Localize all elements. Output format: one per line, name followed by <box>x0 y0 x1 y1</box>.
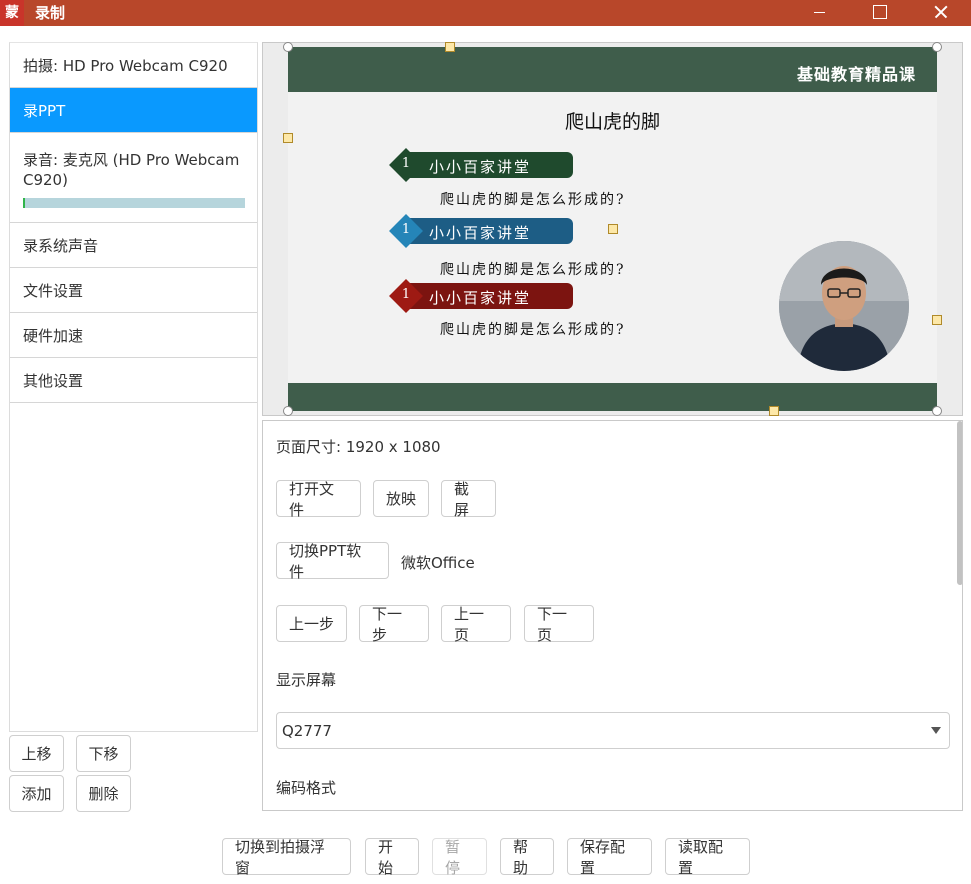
display-screen-value: Q2777 <box>282 722 332 740</box>
slide-title: 爬山虎的脚 <box>565 111 661 133</box>
ppt-settings-panel: 页面尺寸: 1920 x 1080 打开文件 放映 截屏 切换PPT软件 微软O… <box>262 420 963 811</box>
tag-label: 小小百家讲堂 <box>429 158 532 176</box>
list-item-file-settings[interactable]: 文件设置 <box>10 268 257 313</box>
slide-item-tag: 1 小小百家讲堂 <box>389 148 573 182</box>
slide-footer-band <box>288 383 937 411</box>
list-item-system-audio[interactable]: 录系统声音 <box>10 223 257 268</box>
next-step-button[interactable]: 下一步 <box>359 605 429 644</box>
list-item-camera[interactable]: 拍摄: HD Pro Webcam C920 <box>10 43 257 88</box>
prev-page-button[interactable]: 上一页 <box>441 605 511 644</box>
list-item-microphone[interactable]: 录音: 麦克风 (HD Pro Webcam C920) <box>10 133 257 223</box>
slide-brand: 基础教育精品课 <box>796 65 916 84</box>
switch-ppt-software-button[interactable]: 切换PPT软件 <box>276 542 389 581</box>
audio-level-meter <box>23 198 245 208</box>
resize-handle[interactable] <box>932 315 942 325</box>
minimize-button[interactable] <box>790 0 850 26</box>
resize-handle[interactable] <box>769 406 779 416</box>
list-item-label: 文件设置 <box>23 281 84 300</box>
slide-item-text: 爬山虎的脚是怎么形成的? <box>440 192 626 208</box>
list-item-label: 硬件加速 <box>23 326 84 345</box>
list-item-label: 其他设置 <box>23 371 84 390</box>
chevron-down-icon <box>931 727 941 734</box>
page-size-text: 页面尺寸: 1920 x 1080 <box>276 438 441 456</box>
next-page-button[interactable]: 下一页 <box>524 605 594 644</box>
save-config-button[interactable]: 保存配置 <box>567 838 652 877</box>
play-button[interactable]: 放映 <box>373 480 429 517</box>
resize-handle[interactable] <box>283 42 293 52</box>
display-screen-select[interactable]: Q2777 <box>276 712 950 749</box>
tag-label: 小小百家讲堂 <box>429 289 532 307</box>
pause-button[interactable]: 暂停 <box>432 838 487 877</box>
switch-float-window-button[interactable]: 切换到拍摄浮窗 <box>222 838 351 877</box>
start-button[interactable]: 开始 <box>365 838 419 877</box>
encode-format-label: 编码格式 <box>276 779 337 797</box>
load-config-button[interactable]: 读取配置 <box>665 838 750 877</box>
list-item-other-settings[interactable]: 其他设置 <box>10 358 257 403</box>
tag-label: 小小百家讲堂 <box>429 224 532 242</box>
delete-button[interactable]: 删除 <box>76 775 131 812</box>
move-down-button[interactable]: 下移 <box>76 735 131 772</box>
resize-handle[interactable] <box>608 224 618 234</box>
window-title: 录制 <box>35 4 66 22</box>
scrollbar[interactable] <box>957 421 962 585</box>
display-screen-label: 显示屏幕 <box>276 671 337 689</box>
audio-level-fill <box>23 198 25 208</box>
list-item-label: 录PPT <box>23 101 66 120</box>
app-icon: 蒙 <box>0 0 24 26</box>
move-up-button[interactable]: 上移 <box>9 735 64 772</box>
ppt-software-value: 微软Office <box>401 554 475 572</box>
resize-handle[interactable] <box>283 406 293 416</box>
slide-header-band: 基础教育精品课 <box>288 47 937 92</box>
add-button[interactable]: 添加 <box>9 775 64 812</box>
open-file-button[interactable]: 打开文件 <box>276 480 361 519</box>
slide-item-tag: 1 小小百家讲堂 <box>389 279 573 313</box>
list-item-hardware-accel[interactable]: 硬件加速 <box>10 313 257 358</box>
help-button[interactable]: 帮助 <box>500 838 554 877</box>
list-item-label: 录系统声音 <box>23 236 99 255</box>
prev-step-button[interactable]: 上一步 <box>276 605 347 642</box>
presenter-webcam-overlay[interactable] <box>779 241 909 371</box>
resize-handle[interactable] <box>932 406 942 416</box>
presenter-icon <box>779 241 909 371</box>
slide-item-text: 爬山虎的脚是怎么形成的? <box>440 262 626 278</box>
tag-number: 1 <box>401 156 411 171</box>
resize-handle[interactable] <box>283 133 293 143</box>
source-list: 拍摄: HD Pro Webcam C920 录PPT 录音: 麦克风 (HD … <box>9 42 258 732</box>
title-bar: 蒙 录制 <box>0 0 971 26</box>
tag-number: 1 <box>401 287 411 302</box>
resize-handle[interactable] <box>445 42 455 52</box>
list-item-record-ppt[interactable]: 录PPT <box>10 88 257 133</box>
screenshot-button[interactable]: 截屏 <box>441 480 496 519</box>
resize-handle[interactable] <box>932 42 942 52</box>
slide-item-text: 爬山虎的脚是怎么形成的? <box>440 322 626 338</box>
slide-item-tag: 1 小小百家讲堂 <box>389 214 573 248</box>
maximize-button[interactable] <box>850 0 910 26</box>
list-item-label: 录音: 麦克风 (HD Pro Webcam C920) <box>23 151 240 189</box>
tag-number: 1 <box>401 222 411 237</box>
close-button[interactable] <box>910 0 970 26</box>
list-item-label: 拍摄: HD Pro Webcam C920 <box>23 56 228 75</box>
